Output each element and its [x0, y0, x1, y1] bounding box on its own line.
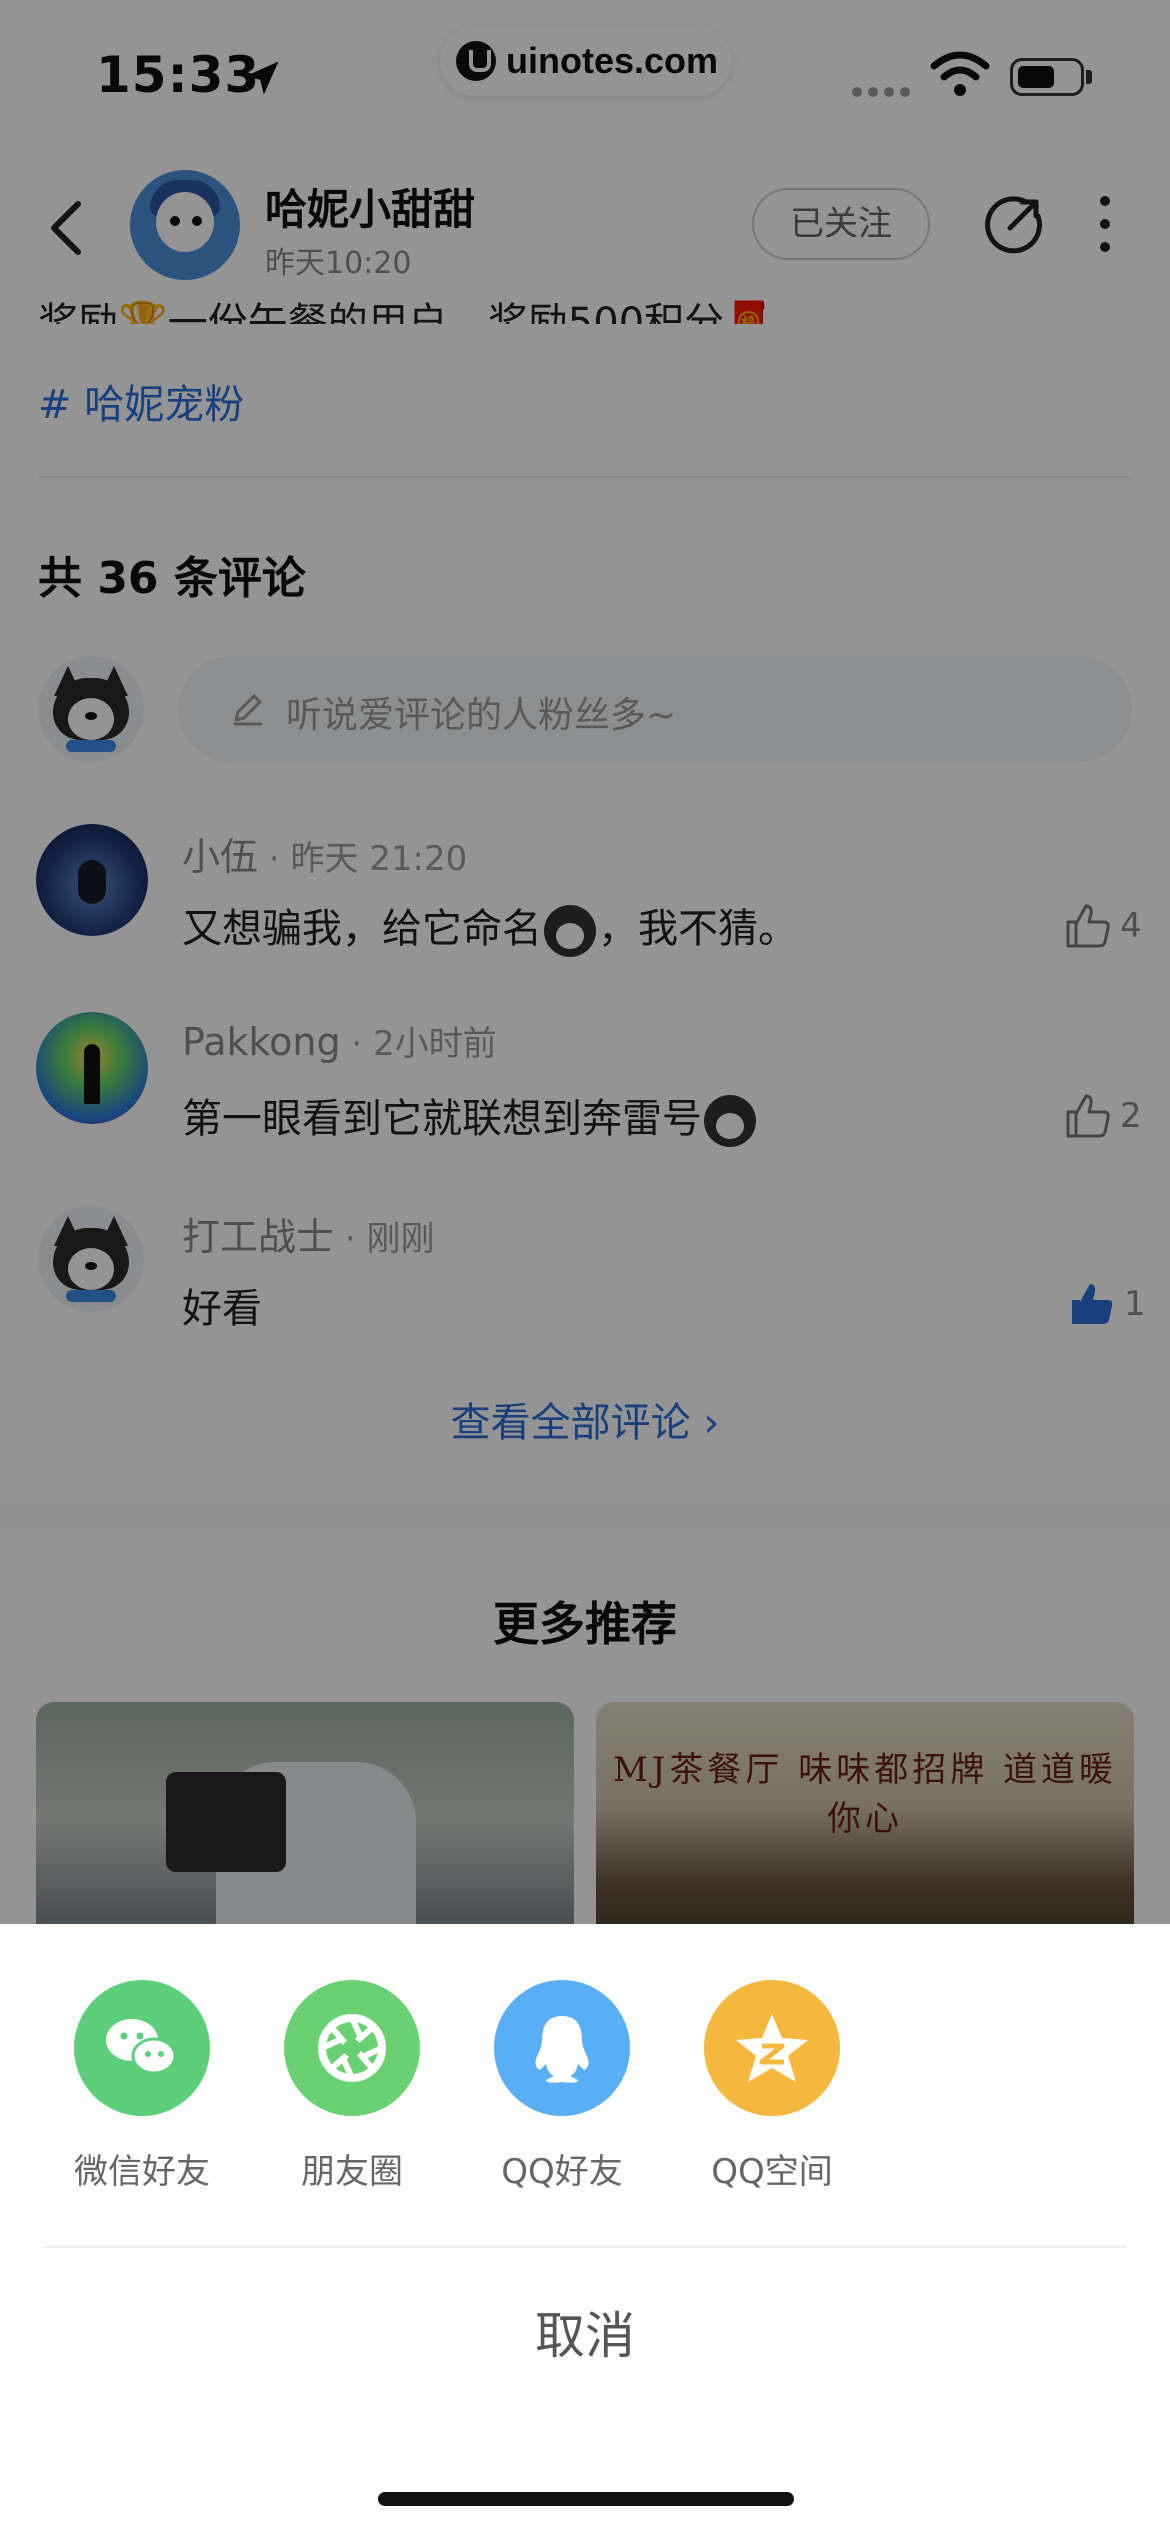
moments-icon — [284, 1980, 420, 2116]
share-label: 微信好友 — [74, 2152, 210, 2192]
share-wechat-friend[interactable]: 微信好友 — [50, 1980, 230, 2200]
post-detail-page: 15:33 uinotes.com 哈妮小甜甜 昨天10:20 已关注 奖励🏆一… — [0, 0, 1170, 2532]
share-moments[interactable]: 朋友圈 — [260, 1980, 440, 2200]
share-label: QQ好友 — [501, 2152, 623, 2192]
home-indicator — [378, 2492, 794, 2506]
sheet-divider — [44, 2246, 1126, 2248]
share-sheet: 微信好友 朋友圈 QQ好友 QQ空间 取消 — [0, 1924, 1170, 2532]
wechat-icon — [74, 1980, 210, 2116]
share-qq-friend[interactable]: QQ好友 — [470, 1980, 650, 2200]
share-label: QQ空间 — [711, 2152, 833, 2192]
qzone-star-icon — [704, 1980, 840, 2116]
share-qzone[interactable]: QQ空间 — [680, 1980, 860, 2200]
cancel-button[interactable]: 取消 — [0, 2296, 1170, 2368]
share-label: 朋友圈 — [301, 2152, 403, 2192]
modal-overlay[interactable] — [0, 0, 1170, 1924]
qq-icon — [494, 1980, 630, 2116]
